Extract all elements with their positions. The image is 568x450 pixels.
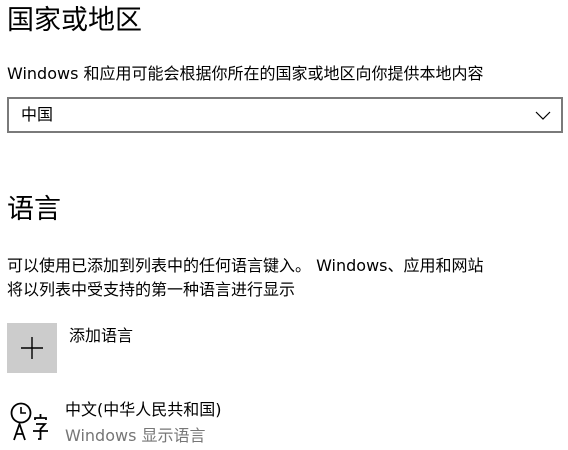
plus-icon [21, 337, 43, 359]
chevron-down-icon [535, 111, 551, 120]
language-description: 可以使用已添加到列表中的任何语言键入。 Windows、应用和网站 将以列表中受… [7, 254, 567, 302]
region-select[interactable]: 中国 [7, 97, 563, 133]
language-heading: 语言 [7, 194, 61, 225]
region-heading: 国家或地区 [7, 5, 142, 36]
add-language-button[interactable] [7, 323, 57, 373]
language-description-line-2: 将以列表中受支持的第一种语言进行显示 [7, 280, 296, 299]
region-select-value: 中国 [21, 105, 54, 124]
language-item-subtitle: Windows 显示语言 [65, 426, 206, 445]
add-language-label[interactable]: 添加语言 [69, 323, 133, 349]
language-icon [10, 402, 48, 441]
region-description: Windows 和应用可能会根据你所在的国家或地区向你提供本地内容 [7, 64, 484, 83]
language-item-name[interactable]: 中文(中华人民共和国) [65, 398, 222, 422]
language-description-line-1: 可以使用已添加到列表中的任何语言键入。 Windows、应用和网站 [7, 256, 484, 275]
